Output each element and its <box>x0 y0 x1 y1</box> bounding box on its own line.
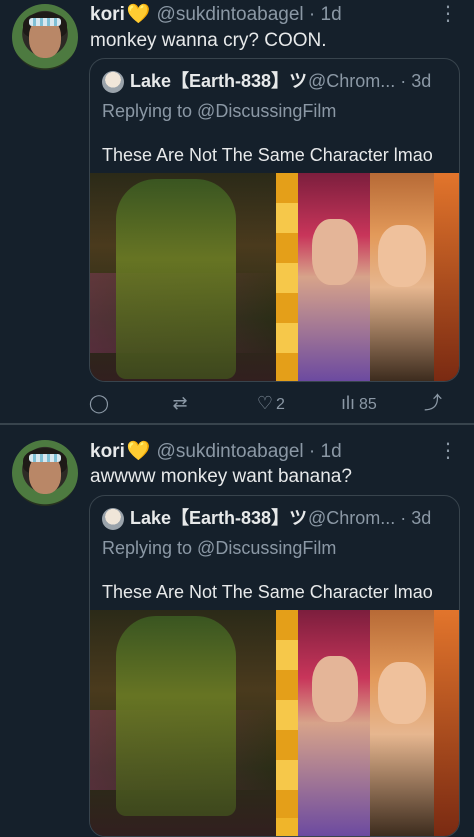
views-icon: ılı <box>340 393 355 413</box>
like-count: 2 <box>276 396 285 413</box>
quote-media-image[interactable] <box>90 610 459 836</box>
quote-display-name[interactable]: Lake【Earth-838】ツ <box>130 69 307 93</box>
media-panel-4 <box>370 173 434 381</box>
quote-tweet[interactable]: Lake【Earth-838】ツ @Chrom... · 3d Replying… <box>89 58 460 382</box>
tweet-text: monkey wanna cry? COON. <box>90 30 327 51</box>
display-name[interactable]: kori <box>90 4 125 25</box>
reply-button[interactable]: ◯ <box>88 391 110 415</box>
avatar[interactable] <box>12 440 78 506</box>
share-button[interactable]: ⤴ <box>422 391 444 415</box>
display-name[interactable]: kori <box>90 441 125 462</box>
avatar-headband <box>29 18 61 26</box>
media-panel-1 <box>90 173 276 381</box>
quote-text: These Are Not The Same Character lmao <box>102 582 433 602</box>
media-panel-3 <box>298 610 370 836</box>
tweet-header: kori 💛 @sukdintoabagel · 1d <box>90 440 342 464</box>
share-icon: ⤴ <box>424 393 442 413</box>
media-panel-3 <box>298 173 370 381</box>
tweet-header: kori 💛 @sukdintoabagel · 1d <box>90 3 342 27</box>
avatar-headband <box>29 454 61 462</box>
quote-handle-and-time[interactable]: @Chrom... · 3d <box>308 506 431 530</box>
quote-avatar <box>102 71 124 93</box>
more-icon[interactable]: ⋮ <box>438 441 458 461</box>
view-count: 85 <box>359 396 377 413</box>
heart-badge-icon: 💛 <box>126 4 151 25</box>
quote-media-image[interactable] <box>90 173 459 381</box>
heart-badge-icon: 💛 <box>126 441 151 462</box>
quote-avatar <box>102 508 124 530</box>
replying-to[interactable]: Replying to @DiscussingFilm <box>102 99 336 123</box>
avatar[interactable] <box>12 4 78 70</box>
media-panel-2 <box>276 173 298 381</box>
retweet-icon: ⇄ <box>172 393 188 413</box>
views-button[interactable]: ılı 85 <box>337 391 377 415</box>
handle-and-time[interactable]: @sukdintoabagel · 1d <box>157 441 342 462</box>
heart-icon: ♡ <box>256 393 274 413</box>
quote-text: These Are Not The Same Character lmao <box>102 145 433 165</box>
handle-and-time[interactable]: @sukdintoabagel · 1d <box>157 4 342 25</box>
reply-icon: ◯ <box>88 393 110 413</box>
media-panel-4 <box>370 610 434 836</box>
media-panel-2 <box>276 610 298 836</box>
media-panel-1 <box>90 610 276 836</box>
media-panel-5 <box>434 610 459 836</box>
like-button[interactable]: ♡ 2 <box>254 391 285 415</box>
quote-handle-and-time[interactable]: @Chrom... · 3d <box>308 69 431 93</box>
quote-tweet[interactable]: Lake【Earth-838】ツ @Chrom... · 3d Replying… <box>89 495 460 837</box>
media-panel-5 <box>434 173 459 381</box>
tweet-text: awwww monkey want banana? <box>90 466 352 487</box>
tweet[interactable]: kori 💛 @sukdintoabagel · 1d ⋮ awwww monkey… <box>0 425 474 837</box>
tweet[interactable]: kori 💛 @sukdintoabagel · 1d ⋮ monkey wanna… <box>0 0 474 423</box>
retweet-button[interactable]: ⇄ <box>169 391 191 415</box>
more-icon[interactable]: ⋮ <box>438 4 458 24</box>
replying-to[interactable]: Replying to @DiscussingFilm <box>102 536 336 560</box>
tweet-actions: ◯ ⇄ ♡ 2 ılı 85 ⤴ <box>84 391 460 415</box>
quote-display-name[interactable]: Lake【Earth-838】ツ <box>130 506 307 530</box>
